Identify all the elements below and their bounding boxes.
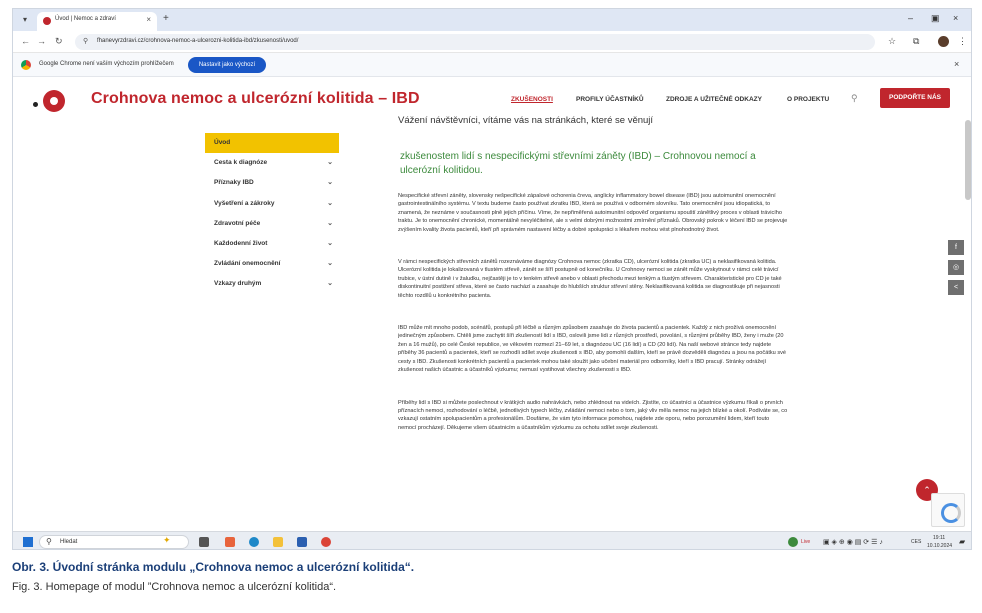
sidebar-item-label: Úvod [214, 139, 231, 146]
sidebar-item-label: Cesta k diagnóze [214, 159, 268, 167]
tray-date[interactable]: 10.10.2024 [927, 543, 952, 549]
sidebar-item[interactable]: Příznaky IBD ⌄ [205, 173, 339, 193]
reload-icon[interactable]: ↻ [55, 36, 63, 47]
sidebar-item[interactable]: Cesta k diagnóze ⌄ [205, 153, 339, 173]
nav-item-zkusenosti[interactable]: ZKUŠENOSTI [511, 96, 553, 103]
tray-icons[interactable]: ▣ ◈ ⊕ ◉ ▤ ⟳ ☰ ♪ [823, 538, 883, 546]
sidebar-menu: Úvod Cesta k diagnóze ⌄ Příznaky IBD ⌄ Vyšetř… [205, 133, 339, 295]
chevron-down-icon[interactable]: ⌄ [327, 274, 333, 294]
chevron-down-icon[interactable]: ⌄ [327, 173, 333, 193]
site-logo-icon[interactable] [43, 90, 65, 112]
url-text: fhanevyrzdravi.cz/crohnova-nemoc-a-ulcer… [97, 38, 299, 44]
site-title[interactable]: Crohnova nemoc a ulcerózní kolitida – IB… [91, 90, 420, 108]
tab-search-icon[interactable]: ▾ [19, 14, 31, 26]
tray-language[interactable]: CES [911, 539, 921, 545]
caption-czech: Obr. 3. Úvodní stránka modulu „Crohnova … [12, 560, 415, 574]
main-heading: zkušenostem lidí s nespecifickými střevn… [400, 151, 756, 176]
sidebar-item[interactable]: Vzkazy druhým ⌄ [205, 274, 339, 294]
content-paragraph: Nespecifické střevní záněty, slovensky n… [398, 193, 788, 233]
new-tab-icon[interactable]: + [163, 13, 169, 24]
weather-icon[interactable] [788, 537, 798, 547]
sidebar-item-label: Zdravotní péče [214, 219, 261, 227]
nav-item-o-projektu[interactable]: O PROJEKTU [787, 96, 829, 103]
site-info-icon[interactable]: ⚲ [83, 37, 88, 45]
sidebar-item[interactable]: Vyšetření a zákroky ⌄ [205, 194, 339, 214]
chevron-down-icon[interactable]: ⌄ [327, 254, 333, 274]
instagram-icon[interactable]: ◎ [948, 260, 964, 275]
taskbar-search-label: Hledat [60, 539, 78, 545]
sidebar-item[interactable]: Každodenní život ⌄ [205, 234, 339, 254]
tray-time[interactable]: 19:11 [933, 535, 945, 541]
sidebar-item[interactable]: Zvládání onemocnění ⌄ [205, 254, 339, 274]
set-default-button[interactable]: Nastavit jako výchozí [188, 57, 266, 73]
default-browser-infobar: Google Chrome není vaším výchozím prohlí… [13, 53, 971, 77]
app-icon[interactable] [225, 537, 235, 547]
word-icon[interactable] [297, 537, 307, 547]
chrome-taskbar-icon[interactable] [321, 537, 331, 547]
bookmark-star-icon[interactable]: ☆ [888, 36, 896, 47]
browser-screenshot: ▾ Úvod | Nemoc a zdraví × + – ▣ × ← → ↻ … [12, 8, 972, 550]
support-button[interactable]: PODPOŘTE NÁS [880, 88, 950, 108]
nav-item-zdroje[interactable]: ZDROJE A UŽITEČNÉ ODKAZY [666, 96, 762, 103]
infobar-close-icon[interactable]: × [954, 59, 959, 69]
task-view-icon[interactable] [199, 537, 209, 547]
welcome-text: Vážení návštěvníci, vítáme vás na stránk… [398, 115, 654, 126]
caption-english: Fig. 3. Homepage of modul ”Crohnova nemo… [12, 581, 337, 593]
forward-icon[interactable]: → [37, 36, 46, 46]
sidebar-item[interactable]: Zdravotní péče ⌄ [205, 214, 339, 234]
content-paragraph: Příběhy lidí s IBD si můžete poslechnout… [398, 399, 788, 431]
windows-taskbar: ⚲ Hledat ✦ Live ▣ ◈ ⊕ ◉ ▤ ⟳ ☰ ♪ CES 19:1… [13, 531, 971, 549]
chrome-logo-icon [21, 60, 31, 70]
taskbar-search-icon: ⚲ [46, 537, 52, 546]
copilot-icon[interactable]: ✦ [163, 535, 171, 546]
paragraphs: Nespecifické střevní záněty, slovensky n… [398, 192, 788, 432]
nav-item-profily[interactable]: PROFILY ÚČASTNÍKŮ [576, 96, 644, 103]
sidebar-item-label: Příznaky IBD [214, 179, 254, 187]
site-header: Crohnova nemoc a ulcerózní kolitida – IB… [13, 78, 963, 120]
content-paragraph: IBD může mít mnoho podob, scénářů, postu… [398, 325, 787, 374]
logo-dot [33, 102, 38, 107]
tab-title: Úvod | Nemoc a zdraví [55, 16, 116, 22]
profile-avatar[interactable] [938, 36, 949, 47]
back-icon[interactable]: ← [21, 36, 30, 46]
window-close-icon[interactable]: × [953, 13, 958, 23]
chevron-down-icon[interactable]: ⌄ [327, 214, 333, 234]
site-search-icon[interactable]: ⚲ [851, 93, 858, 104]
sidebar-item-label: Zvládání onemocnění [214, 260, 281, 268]
edge-icon[interactable] [249, 537, 259, 547]
extensions-icon[interactable]: ⧉ [913, 36, 919, 47]
address-bar[interactable]: ⚲ fhanevyrzdravi.cz/crohnova-nemoc-a-ulc… [75, 34, 875, 50]
tray-live-label: Live [801, 539, 811, 545]
main-content: Vážení návštěvníci, vítáme vás na stránk… [398, 115, 788, 535]
page-scrollbar[interactable] [965, 120, 971, 200]
menu-icon[interactable]: ⋮ [958, 36, 967, 47]
sidebar-item-label: Vyšetření a zákroky [214, 199, 275, 207]
recaptcha-badge-icon [931, 493, 965, 527]
infobar-text: Google Chrome není vaším výchozím prohlí… [39, 61, 174, 67]
chevron-down-icon[interactable]: ⌄ [327, 234, 333, 254]
notifications-icon[interactable]: ▰ [959, 537, 965, 546]
content-paragraph: V rámci nespecifických střevních zánětů … [398, 259, 782, 299]
sidebar-item-label: Každodenní život [214, 239, 268, 247]
share-icon[interactable]: < [948, 280, 964, 295]
chevron-down-icon[interactable]: ⌄ [327, 153, 333, 173]
facebook-icon[interactable]: f [948, 240, 964, 255]
restore-icon[interactable]: ▣ [931, 13, 940, 24]
chevron-down-icon[interactable]: ⌄ [327, 194, 333, 214]
sidebar-item[interactable]: Úvod [205, 133, 339, 154]
browser-tab[interactable]: Úvod | Nemoc a zdraví × [37, 12, 157, 31]
windows-start-icon[interactable] [23, 537, 33, 547]
site-favicon-icon [43, 17, 51, 25]
minimize-icon[interactable]: – [908, 13, 913, 23]
file-explorer-icon[interactable] [273, 537, 283, 547]
tab-bar: ▾ Úvod | Nemoc a zdraví × + – ▣ × [13, 9, 971, 31]
sidebar-item-label: Vzkazy druhým [214, 280, 262, 288]
address-row: ← → ↻ ⚲ fhanevyrzdravi.cz/crohnova-nemoc… [13, 31, 971, 53]
tab-close-icon[interactable]: × [146, 15, 151, 24]
